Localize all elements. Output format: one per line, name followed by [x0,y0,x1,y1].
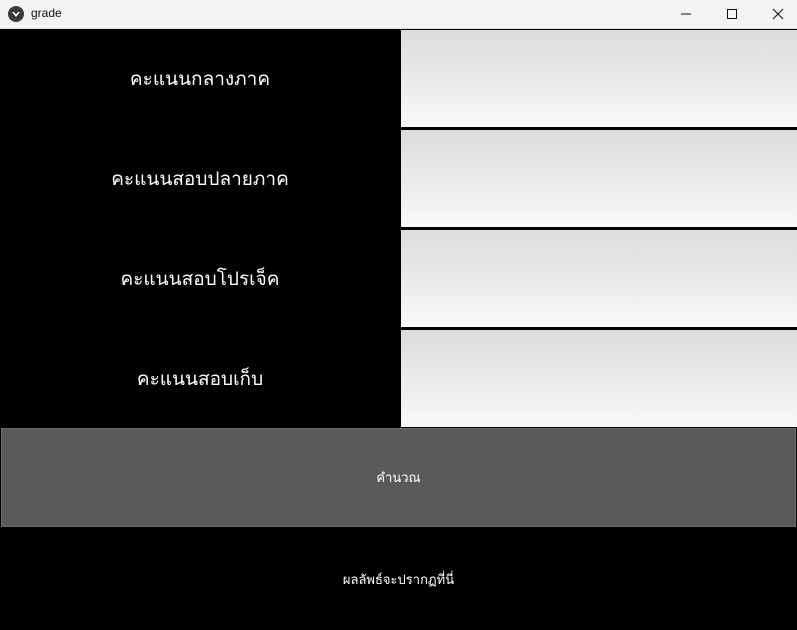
collected-row: คะแนนสอบเก็บ [0,329,797,429]
result-label: ผลลัพธ์จะปรากฏที่นี่ [342,573,455,588]
window-title: grade [31,6,62,20]
project-row: คะแนนสอบโปรเจ็ค [0,229,797,329]
final-label: คะแนนสอบปลายภาค [111,168,289,190]
project-label: คะแนนสอบโปรเจ็ค [120,268,280,290]
midterm-input[interactable] [401,30,797,127]
minimize-icon [681,13,691,15]
final-row: คะแนนสอบปลายภาค [0,129,797,229]
close-icon [772,8,784,20]
form-area: คะแนนกลางภาค คะแนนสอบปลายภาค คะแนนสอบโปร… [0,29,797,630]
midterm-row: คะแนนกลางภาค [0,29,797,129]
title-bar: grade [0,0,797,29]
maximize-button[interactable] [709,0,755,28]
calculate-button[interactable]: คำนวณ [1,428,796,527]
minimize-button[interactable] [663,0,709,28]
collected-input[interactable] [401,330,797,427]
project-input[interactable] [401,230,797,327]
close-button[interactable] [755,0,797,28]
final-input[interactable] [401,130,797,227]
maximize-icon [727,9,737,19]
collected-label: คะแนนสอบเก็บ [136,368,264,390]
midterm-label: คะแนนกลางภาค [129,68,271,90]
app-icon [8,6,24,22]
